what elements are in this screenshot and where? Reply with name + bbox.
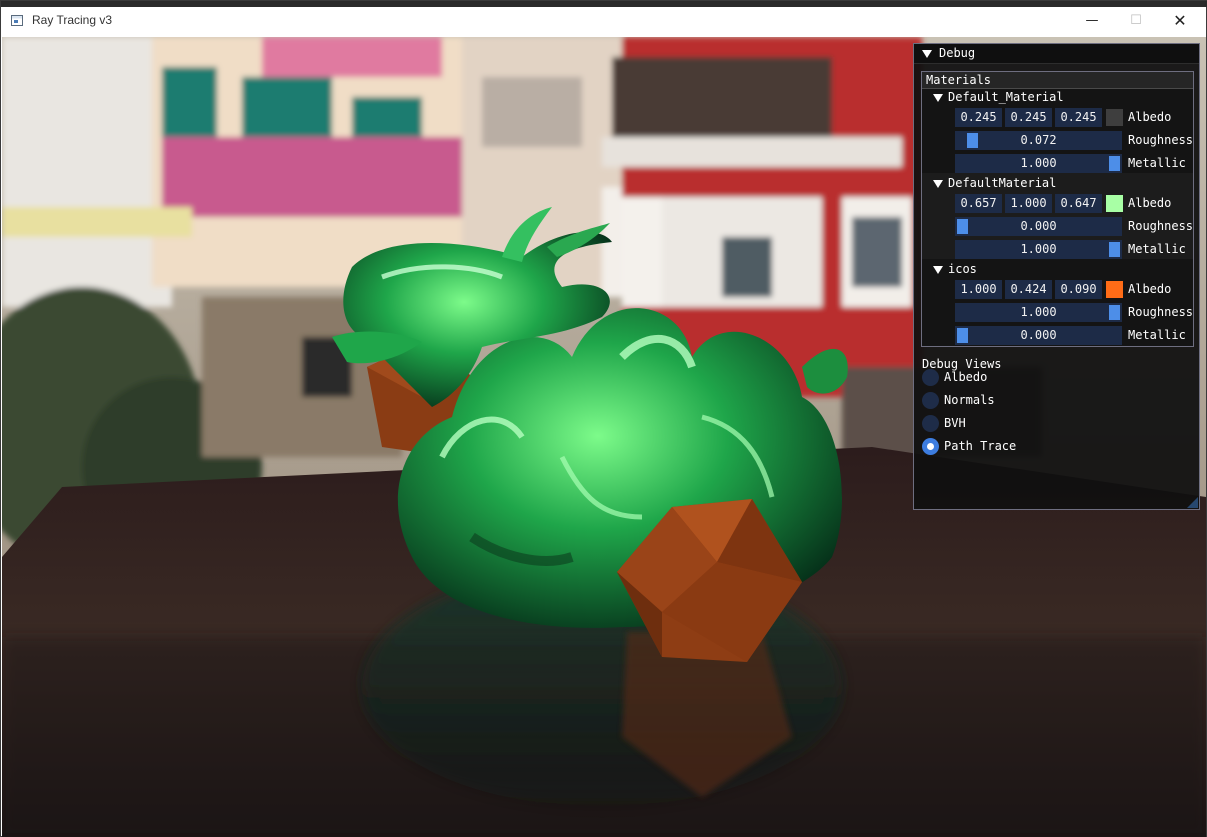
roughness-label: Roughness: [1128, 133, 1194, 147]
roughness-label: Roughness: [1128, 305, 1194, 319]
albedo-r-field[interactable]: 1.000: [955, 280, 1002, 299]
debug-panel-title-bar[interactable]: Debug: [914, 44, 1199, 64]
albedo-label: Albedo: [1128, 196, 1172, 210]
expand-arrow-icon[interactable]: [933, 94, 943, 102]
debug-view-albedo[interactable]: Albedo: [922, 367, 1192, 387]
metallic-slider[interactable]: 1.000: [955, 240, 1122, 259]
materials-frame: Materials Default_Material 0.245 0.245 0…: [921, 71, 1194, 347]
debug-view-path-trace[interactable]: Path Trace: [922, 436, 1192, 456]
close-button[interactable]: ✕: [1157, 7, 1203, 37]
debug-panel-title: Debug: [939, 46, 976, 60]
metallic-slider[interactable]: 0.000: [955, 326, 1122, 345]
app-window: Ray Tracing v3 — ☐ ✕ Debug Materials Def…: [0, 0, 1207, 837]
albedo-label: Albedo: [1128, 110, 1172, 124]
expand-arrow-icon[interactable]: [933, 180, 943, 188]
albedo-b-field[interactable]: 0.245: [1055, 108, 1102, 127]
metallic-slider[interactable]: 1.000: [955, 154, 1122, 173]
material-node-default-underscore[interactable]: Default_Material: [922, 89, 1193, 107]
slider-grab[interactable]: [1109, 156, 1120, 171]
debug-panel[interactable]: Debug Materials Default_Material 0.245 0…: [913, 43, 1200, 510]
materials-header: Materials: [922, 72, 1193, 89]
title-bar[interactable]: Ray Tracing v3 — ☐ ✕: [1, 7, 1206, 37]
roughness-slider[interactable]: 1.000: [955, 303, 1122, 322]
material-node-icos[interactable]: icos: [922, 261, 1193, 279]
expand-arrow-icon[interactable]: [933, 266, 943, 274]
debug-view-bvh[interactable]: BVH: [922, 413, 1192, 433]
slider-grab[interactable]: [1109, 242, 1120, 257]
albedo-color-swatch[interactable]: [1106, 195, 1123, 212]
app-window-icon: [11, 15, 23, 26]
slider-grab[interactable]: [957, 328, 968, 343]
minimize-button[interactable]: —: [1069, 7, 1115, 37]
albedo-r-field[interactable]: 0.245: [955, 108, 1002, 127]
albedo-r-field[interactable]: 0.657: [955, 194, 1002, 213]
metallic-label: Metallic: [1128, 242, 1186, 256]
roughness-label: Roughness: [1128, 219, 1194, 233]
resize-grip-icon[interactable]: [1187, 497, 1198, 508]
albedo-g-field[interactable]: 1.000: [1005, 194, 1052, 213]
albedo-color-swatch[interactable]: [1106, 109, 1123, 126]
slider-grab[interactable]: [967, 133, 978, 148]
albedo-b-field[interactable]: 0.647: [1055, 194, 1102, 213]
debug-view-normals[interactable]: Normals: [922, 390, 1192, 410]
radio-button-selected[interactable]: [922, 438, 939, 455]
radio-button[interactable]: [922, 415, 939, 432]
radio-button[interactable]: [922, 369, 939, 386]
slider-grab[interactable]: [1109, 305, 1120, 320]
metallic-label: Metallic: [1128, 156, 1186, 170]
albedo-color-swatch[interactable]: [1106, 281, 1123, 298]
roughness-slider[interactable]: 0.072: [955, 131, 1122, 150]
roughness-slider[interactable]: 0.000: [955, 217, 1122, 236]
material-node-defaultmaterial[interactable]: DefaultMaterial: [922, 175, 1193, 193]
collapse-arrow-icon[interactable]: [922, 50, 932, 58]
maximize-button[interactable]: ☐: [1113, 7, 1159, 37]
albedo-label: Albedo: [1128, 282, 1172, 296]
albedo-g-field[interactable]: 0.245: [1005, 108, 1052, 127]
window-title: Ray Tracing v3: [32, 13, 113, 27]
metallic-label: Metallic: [1128, 328, 1186, 342]
slider-grab[interactable]: [957, 219, 968, 234]
radio-button[interactable]: [922, 392, 939, 409]
albedo-b-field[interactable]: 0.090: [1055, 280, 1102, 299]
albedo-g-field[interactable]: 0.424: [1005, 280, 1052, 299]
